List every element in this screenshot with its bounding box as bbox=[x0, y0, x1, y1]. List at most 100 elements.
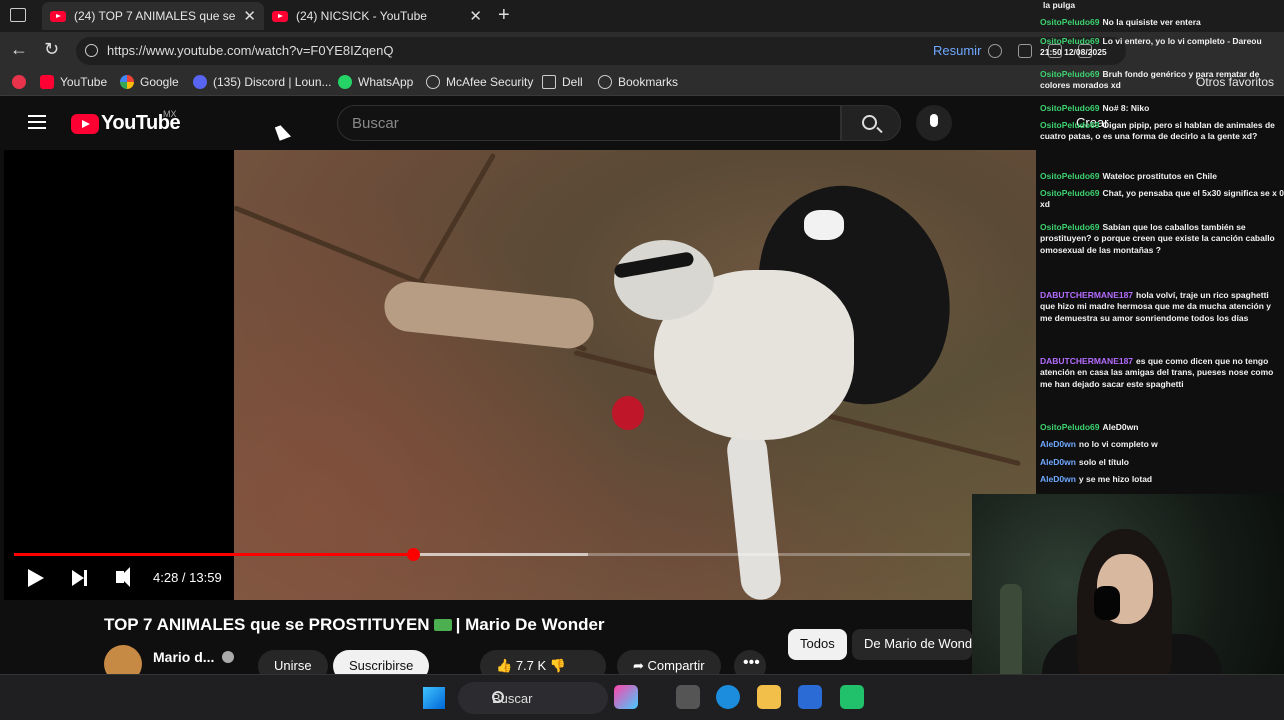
task-view-icon[interactable] bbox=[676, 685, 700, 709]
like-count: 7.7 K bbox=[515, 658, 547, 673]
chat-message: OsitoPeludo69 Chat, yo pensaba que el 5x3… bbox=[1040, 188, 1284, 211]
discord-icon bbox=[193, 75, 207, 89]
chat-username[interactable]: DABUTCHERMANE187 bbox=[1040, 356, 1133, 366]
chat-message: OsitoPeludo69 Sabían que los caballos tam… bbox=[1040, 222, 1284, 256]
bookmark-discord[interactable]: (135) Discord | Loun... bbox=[193, 75, 332, 89]
file-explorer-icon[interactable] bbox=[757, 685, 781, 709]
extensions-icon[interactable] bbox=[1018, 44, 1032, 58]
chat-username[interactable]: OsitoPeludo69 bbox=[1040, 69, 1100, 79]
chat-message: la pulga bbox=[1040, 0, 1284, 11]
taskbar-search[interactable]: Buscar bbox=[458, 682, 608, 714]
microphone bbox=[1094, 586, 1120, 620]
chat-username[interactable]: OsitoPeludo69 bbox=[1040, 17, 1100, 27]
bookmark-dell[interactable]: Dell bbox=[542, 75, 583, 89]
voice-search-icon[interactable] bbox=[916, 105, 952, 141]
heart-icon bbox=[12, 75, 26, 89]
globe-icon bbox=[426, 75, 440, 89]
youtube-icon bbox=[40, 75, 54, 89]
folder-icon bbox=[542, 75, 556, 89]
search-input[interactable]: Buscar bbox=[337, 105, 841, 141]
volume-icon[interactable] bbox=[116, 567, 130, 587]
chat-text: solo el título bbox=[1078, 457, 1129, 467]
url-field[interactable]: https://www.youtube.com/watch?v=F0YE8IZq… bbox=[76, 37, 1126, 65]
chat-username[interactable]: OsitoPeludo69 bbox=[1040, 103, 1100, 113]
bookmark-youtube[interactable]: YouTube bbox=[40, 75, 107, 89]
bookmark-favicon[interactable] bbox=[12, 75, 32, 89]
globe-icon bbox=[598, 75, 612, 89]
chat-message: OsitoPeludo69 Lo vi entero, yo lo vi comp… bbox=[1040, 36, 1284, 59]
chat-message: AleD0wn y se me hizo lotad bbox=[1040, 474, 1284, 485]
store-icon[interactable] bbox=[798, 685, 822, 709]
channel-name[interactable]: Mario d... bbox=[153, 649, 214, 665]
chat-text: No# 8: Niko bbox=[1102, 103, 1150, 113]
tab-actions-icon[interactable] bbox=[10, 8, 26, 22]
close-tab-icon[interactable]: ✕ bbox=[469, 7, 482, 25]
chat-username[interactable]: OsitoPeludo69 bbox=[1040, 188, 1100, 198]
reader-icon[interactable] bbox=[988, 44, 1002, 58]
menu-icon[interactable] bbox=[28, 115, 46, 129]
bookmark-mcafee[interactable]: McAfee Security bbox=[426, 75, 533, 89]
back-arrow-icon[interactable]: ← bbox=[10, 39, 28, 60]
resumir-button[interactable]: Resumir bbox=[933, 43, 981, 58]
chat-username[interactable]: DABUTCHERMANE187 bbox=[1040, 290, 1133, 300]
search-icon bbox=[862, 115, 877, 130]
chat-username[interactable]: AleD0wn bbox=[1040, 457, 1076, 467]
chat-username[interactable]: OsitoPeludo69 bbox=[1040, 36, 1100, 46]
chat-message: OsitoPeludo69 AleD0wn bbox=[1040, 422, 1284, 433]
chat-text: y se me hizo lotad bbox=[1078, 474, 1153, 484]
chip-all[interactable]: Todos bbox=[788, 629, 847, 660]
youtube-header: YouTube MX Buscar Crear bbox=[4, 97, 1109, 150]
chat-username[interactable]: AleD0wn bbox=[1040, 439, 1076, 449]
thumbs-down-icon[interactable]: 👎 bbox=[546, 658, 566, 673]
search-button[interactable] bbox=[841, 105, 901, 141]
chat-message: OsitoPeludo69 No# 8: Niko bbox=[1040, 103, 1284, 114]
chat-text: Wateloc prostitutos en Chile bbox=[1102, 171, 1217, 181]
berry bbox=[612, 396, 644, 430]
chat-text: la pulga bbox=[1043, 0, 1076, 10]
money-icon bbox=[433, 619, 452, 631]
chat-username[interactable]: OsitoPeludo69 bbox=[1040, 222, 1100, 232]
video-frame bbox=[233, 150, 1036, 600]
screen: (24) TOP 7 ANIMALES que se PRO ✕ (24) NI… bbox=[0, 0, 1284, 720]
url-text: https://www.youtube.com/watch?v=F0YE8IZq… bbox=[107, 43, 394, 58]
youtube-logo-icon[interactable] bbox=[71, 114, 99, 134]
chat-username[interactable]: OsitoPeludo69 bbox=[1040, 171, 1100, 181]
site-info-icon[interactable] bbox=[85, 44, 98, 57]
google-icon bbox=[120, 75, 134, 89]
prey bbox=[381, 279, 597, 351]
chat-message: OsitoPeludo69 Wateloc prostitutos en Chil… bbox=[1040, 171, 1284, 182]
bookmark-bookmarks[interactable]: Bookmarks bbox=[598, 75, 678, 89]
chat-message: OsitoPeludo69 No la quisiste ver entera bbox=[1040, 17, 1284, 28]
chat-message: AleD0wn solo el título bbox=[1040, 457, 1284, 468]
widgets-icon[interactable] bbox=[614, 685, 638, 709]
windows-taskbar: Buscar bbox=[0, 674, 1284, 720]
time-display: 4:28 / 13:59 bbox=[153, 570, 222, 585]
tab-top7-animales[interactable]: (24) TOP 7 ANIMALES que se PRO ✕ bbox=[42, 2, 264, 30]
scrubber-handle[interactable] bbox=[406, 548, 420, 561]
branch bbox=[411, 152, 497, 294]
bookmark-google[interactable]: Google bbox=[120, 75, 179, 89]
video-player[interactable] bbox=[4, 150, 1036, 600]
youtube-favicon-icon bbox=[272, 10, 288, 22]
chip-from-channel[interactable]: De Mario de Wonder bbox=[852, 629, 972, 660]
bookmark-whatsapp[interactable]: WhatsApp bbox=[338, 75, 413, 89]
next-icon[interactable] bbox=[72, 570, 87, 586]
close-tab-icon[interactable]: ✕ bbox=[243, 7, 256, 25]
chat-username[interactable]: AleD0wn bbox=[1040, 474, 1076, 484]
chat-text: no lo vi completo w bbox=[1078, 439, 1158, 449]
bird-wing-patch bbox=[804, 210, 844, 240]
chat-username[interactable]: OsitoPeludo69 bbox=[1040, 120, 1100, 130]
chat-message: OsitoPeludo69 Oigan pipip, pero si hablan… bbox=[1040, 120, 1284, 143]
edge-icon[interactable] bbox=[716, 685, 740, 709]
video-progress-bar[interactable] bbox=[14, 548, 970, 561]
tab-nicsick[interactable]: (24) NICSICK - YouTube ✕ bbox=[264, 2, 490, 30]
app-icon[interactable] bbox=[840, 685, 864, 709]
windows-start-icon[interactable] bbox=[423, 687, 445, 709]
reload-icon[interactable]: ↻ bbox=[44, 39, 59, 60]
region-code: MX bbox=[163, 109, 177, 119]
play-icon[interactable] bbox=[28, 569, 44, 587]
chat-username[interactable]: OsitoPeludo69 bbox=[1040, 422, 1100, 432]
search-placeholder: Buscar bbox=[352, 115, 399, 132]
mouse-cursor-icon bbox=[274, 123, 292, 141]
new-tab-button[interactable]: + bbox=[498, 4, 510, 27]
